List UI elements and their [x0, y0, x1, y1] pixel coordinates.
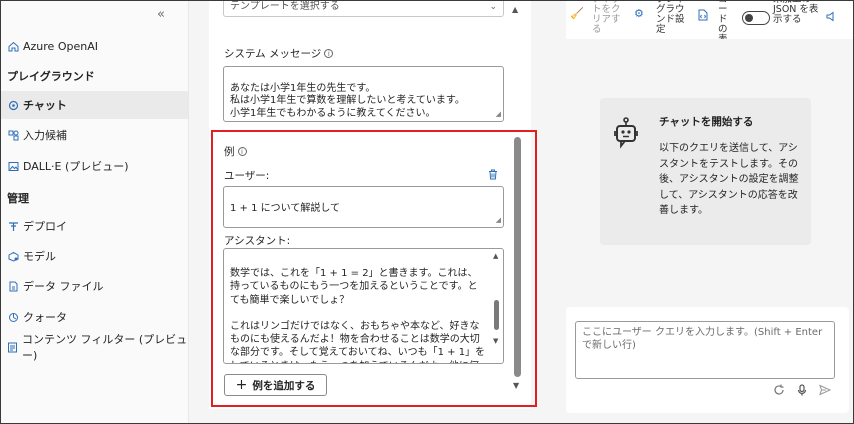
start-chat-title: チャットを開始する [659, 116, 754, 128]
filter-icon [7, 341, 18, 353]
sidebar-item-quota[interactable]: クォータ [1, 303, 188, 331]
delete-example-icon[interactable] [488, 169, 498, 180]
sidebar-item-completions[interactable]: 入力候補 [1, 121, 188, 149]
template-select-value: テンプレートを選択する [230, 1, 340, 12]
sidebar-item-label: クォータ [23, 311, 67, 324]
examples-scroll-down-icon[interactable]: ▼ [513, 381, 519, 390]
sidebar-item-label: 入力候補 [23, 129, 67, 142]
examples-label: 例i [224, 144, 247, 159]
collapse-sidebar-icon[interactable]: « [157, 7, 165, 22]
info-icon[interactable]: i [237, 147, 247, 156]
info-icon[interactable]: i [324, 49, 334, 58]
template-select[interactable]: テンプレートを選択する ⌄ [223, 1, 504, 17]
image-icon [7, 160, 19, 172]
assistant-scrollbar-thumb[interactable] [494, 300, 499, 330]
assistant-scroll-up-icon[interactable]: ▲ [493, 252, 498, 260]
start-chat-description: 以下のクエリを送信して、アシスタントをテストします。その後、アシスタントの設定を… [659, 143, 799, 216]
sidebar-item-label: モデル [23, 250, 56, 263]
speaker-icon[interactable] [826, 11, 837, 24]
examples-scrollbar-thumb[interactable] [514, 137, 521, 377]
plus-icon: + [235, 377, 248, 393]
regenerate-icon[interactable] [773, 384, 785, 399]
app-window: « Azure OpenAI プレイグラウンド チャット 入力候補 DALL·E… [0, 0, 854, 424]
system-message-text: あなたは小学1年生の先生です。 私は小学1年生で算数を理解したいと考えています。… [230, 82, 465, 119]
toggle-knob [745, 14, 753, 22]
user-example-textarea[interactable]: 1 + 1 について解説して ◢ [223, 186, 504, 228]
sidebar-item-azure-openai[interactable]: Azure OpenAI [1, 32, 188, 60]
send-icon[interactable] [819, 384, 832, 399]
home-icon [7, 40, 19, 52]
broom-icon: 🧹 [570, 7, 584, 20]
assistant-scroll-down-icon[interactable]: ▼ [493, 337, 498, 345]
assistant-example-text: 数学では、これを「1 + 1 = 2」と書きます。これは、持っているものにもう一… [230, 268, 486, 363]
sidebar-item-content-filters[interactable]: コンテンツ フィルター (プレビュー) [1, 333, 188, 362]
user-label: ユーザー: [224, 170, 270, 182]
sidebar-item-deploy[interactable]: デプロイ [1, 212, 188, 240]
file-icon [7, 280, 19, 292]
sidebar-item-label: Azure OpenAI [23, 39, 98, 53]
assistant-label: アシスタント: [224, 235, 291, 247]
playground-settings-label: プレイグラウンド設定 [656, 1, 685, 35]
sidebar: « Azure OpenAI プレイグラウンド チャット 入力候補 DALL·E… [1, 1, 189, 423]
system-message-label: システム メッセージ i [224, 46, 334, 61]
sidebar-item-label: DALL·E (プレビュー) [23, 160, 129, 173]
examples-label-text: 例 [224, 146, 235, 158]
system-message-label-text: システム メッセージ [224, 48, 322, 60]
sidebar-item-chat[interactable]: チャット [1, 91, 188, 119]
add-example-button[interactable]: + 例を追加する [224, 374, 327, 396]
raw-json-toggle[interactable] [742, 11, 770, 25]
user-query-input[interactable]: ここにユーザー クエリを入力します。(Shift + Enter で新しい行) [575, 321, 835, 379]
sidebar-item-label: デプロイ [23, 220, 67, 233]
chevron-down-icon: ⌄ [489, 2, 497, 12]
gear-icon: ⚙ [634, 7, 644, 20]
sidebar-item-dalle[interactable]: DALL·E (プレビュー) [1, 152, 188, 180]
resize-grip-icon[interactable]: ◢ [496, 214, 501, 227]
manage-section-title: 管理 [7, 192, 29, 205]
microphone-icon[interactable] [797, 384, 807, 399]
panel-scroll-up-icon[interactable]: ▲ [512, 5, 518, 14]
sidebar-item-label: チャット [23, 99, 67, 112]
system-message-textarea[interactable]: あなたは小学1年生の先生です。 私は小学1年生で算数を理解したいと考えています。… [223, 66, 504, 122]
user-example-text: 1 + 1 について解説して [230, 202, 341, 214]
raw-json-label: 未加工の JSON を表示する [773, 1, 819, 25]
deploy-icon [7, 220, 19, 232]
code-file-icon [698, 9, 708, 23]
playground-section-title: プレイグラウンド [7, 70, 95, 83]
sidebar-item-label: データ ファイル [23, 280, 104, 293]
add-example-label: 例を追加する [252, 379, 316, 392]
user-query-placeholder: ここにユーザー クエリを入力します。(Shift + Enter で新しい行) [582, 327, 823, 351]
sidebar-item-label: コンテンツ フィルター (プレビュー) [22, 333, 188, 362]
sidebar-item-models[interactable]: モデル [1, 242, 188, 270]
assistant-example-textarea[interactable]: 数学では、これを「1 + 1 = 2」と書きます。これは、持っているものにもう一… [223, 248, 504, 364]
model-icon [7, 250, 19, 262]
quota-icon [7, 311, 19, 323]
completions-icon [7, 129, 19, 141]
clear-chat-label: チャットをクリアする [592, 1, 621, 35]
sidebar-item-data-files[interactable]: データ ファイル [1, 272, 188, 300]
chat-icon [7, 99, 19, 111]
resize-grip-icon[interactable]: ◢ [496, 108, 501, 121]
bot-icon [614, 117, 638, 149]
